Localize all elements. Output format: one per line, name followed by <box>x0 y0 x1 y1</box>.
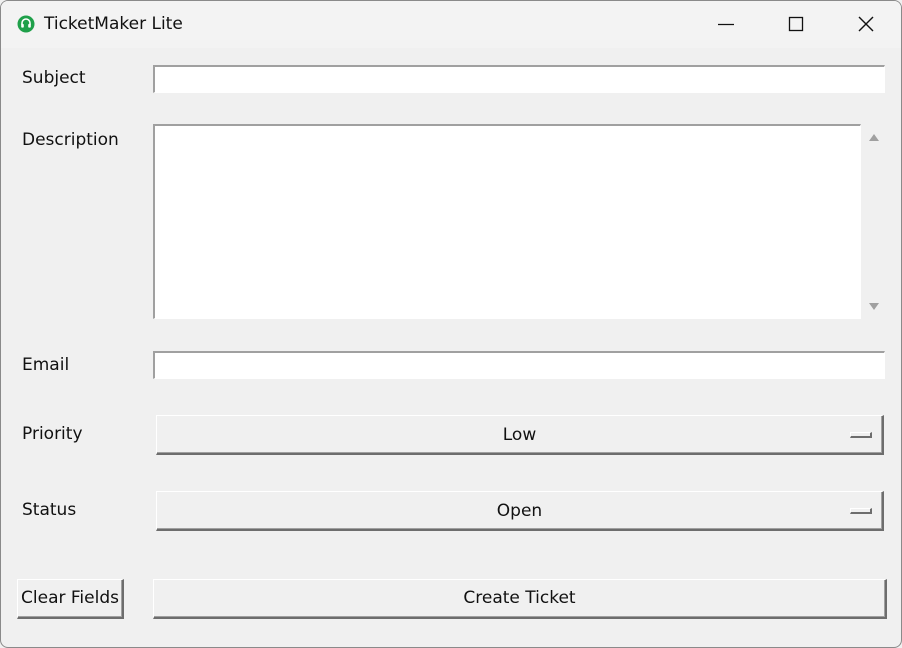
maximize-button[interactable] <box>761 1 831 48</box>
email-label: Email <box>22 355 70 375</box>
priority-dropdown[interactable]: Low <box>156 415 884 455</box>
status-dropdown[interactable]: Open <box>156 491 884 531</box>
close-icon <box>858 16 874 32</box>
dropdown-indicator-icon <box>850 508 872 514</box>
subject-input[interactable] <box>153 65 885 93</box>
dropdown-indicator-icon <box>850 432 872 438</box>
minimize-button[interactable] <box>691 1 761 48</box>
status-selected-value: Open <box>496 501 543 521</box>
minimize-icon <box>718 23 734 26</box>
app-window: TicketMaker Lite Subject Description Ema… <box>0 0 902 648</box>
description-textarea[interactable] <box>153 124 861 319</box>
scroll-down-arrow-icon[interactable] <box>868 300 880 312</box>
clear-fields-button[interactable]: Clear Fields <box>17 579 124 619</box>
window-title: TicketMaker Lite <box>44 14 183 34</box>
status-label: Status <box>22 500 77 520</box>
priority-selected-value: Low <box>502 425 537 445</box>
create-ticket-button[interactable]: Create Ticket <box>153 579 887 619</box>
close-button[interactable] <box>831 1 901 48</box>
description-scrollbar[interactable] <box>862 124 886 319</box>
maximize-icon <box>788 16 804 32</box>
subject-label: Subject <box>22 68 86 88</box>
email-input[interactable] <box>153 351 885 379</box>
description-label: Description <box>22 130 119 150</box>
scroll-up-arrow-icon[interactable] <box>868 132 880 144</box>
priority-label: Priority <box>22 424 83 444</box>
headset-icon <box>17 15 35 33</box>
title-bar[interactable]: TicketMaker Lite <box>1 1 901 48</box>
